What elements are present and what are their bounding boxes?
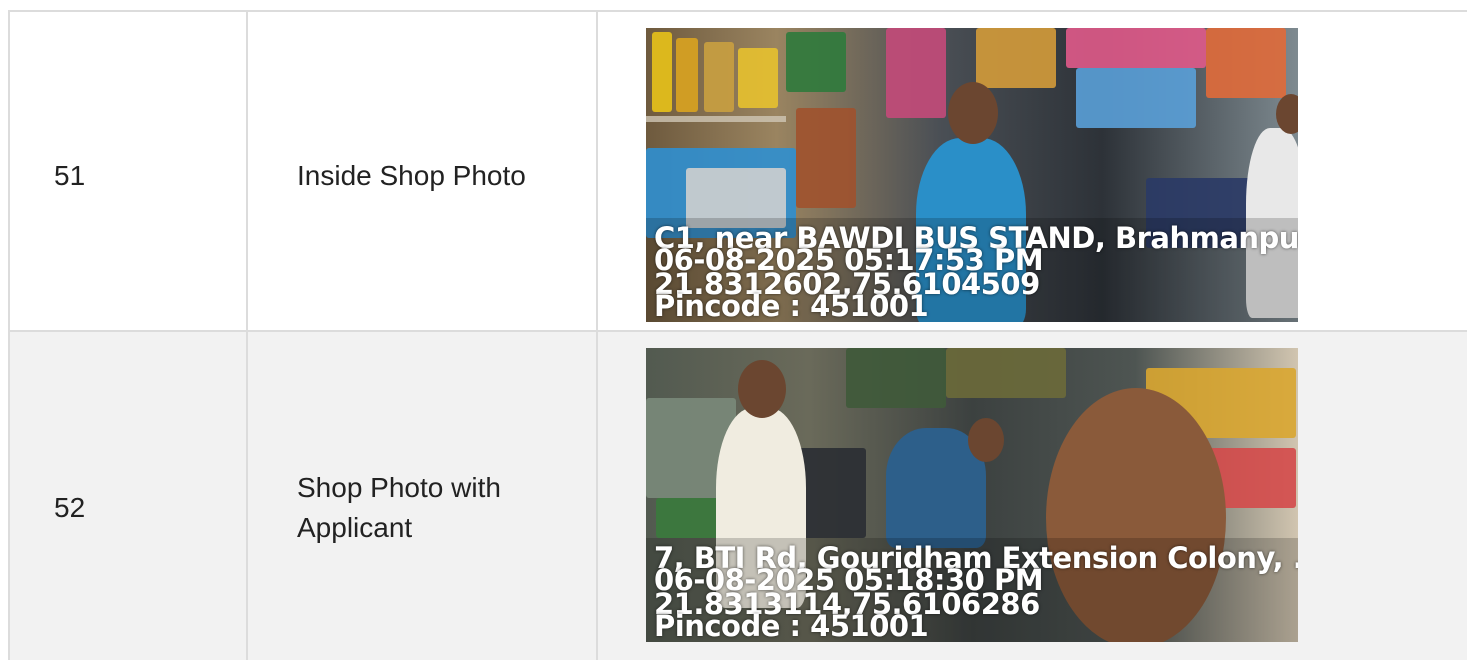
table-row: 52 Shop Photo with Applicant 7, BTI Rd, …: [8, 330, 1467, 660]
photo-cell: 7, BTI Rd, Gouridham Extension Colony, .…: [596, 332, 1467, 660]
row-label: Shop Photo with Applicant: [297, 472, 501, 543]
label-cell: Shop Photo with Applicant: [246, 332, 598, 660]
photo-pincode: Pincode : 451001: [654, 289, 929, 322]
row-number: 51: [54, 160, 86, 191]
inside-shop-photo[interactable]: C1, near BAWDI BUS STAND, Brahmanpuri ..…: [646, 28, 1298, 322]
label-cell: Inside Shop Photo: [246, 12, 598, 332]
row-label: Inside Shop Photo: [297, 160, 526, 191]
table-row: 51 Inside Shop Photo C1, near BAWDI BUS …: [8, 10, 1467, 332]
row-number: 52: [54, 492, 86, 523]
photo-cell: C1, near BAWDI BUS STAND, Brahmanpuri ..…: [596, 12, 1467, 332]
number-cell: 52: [8, 332, 248, 660]
number-cell: 51: [8, 12, 248, 332]
shop-photo-with-applicant[interactable]: 7, BTI Rd, Gouridham Extension Colony, .…: [646, 348, 1298, 642]
photo-pincode: Pincode : 451001: [654, 609, 929, 642]
